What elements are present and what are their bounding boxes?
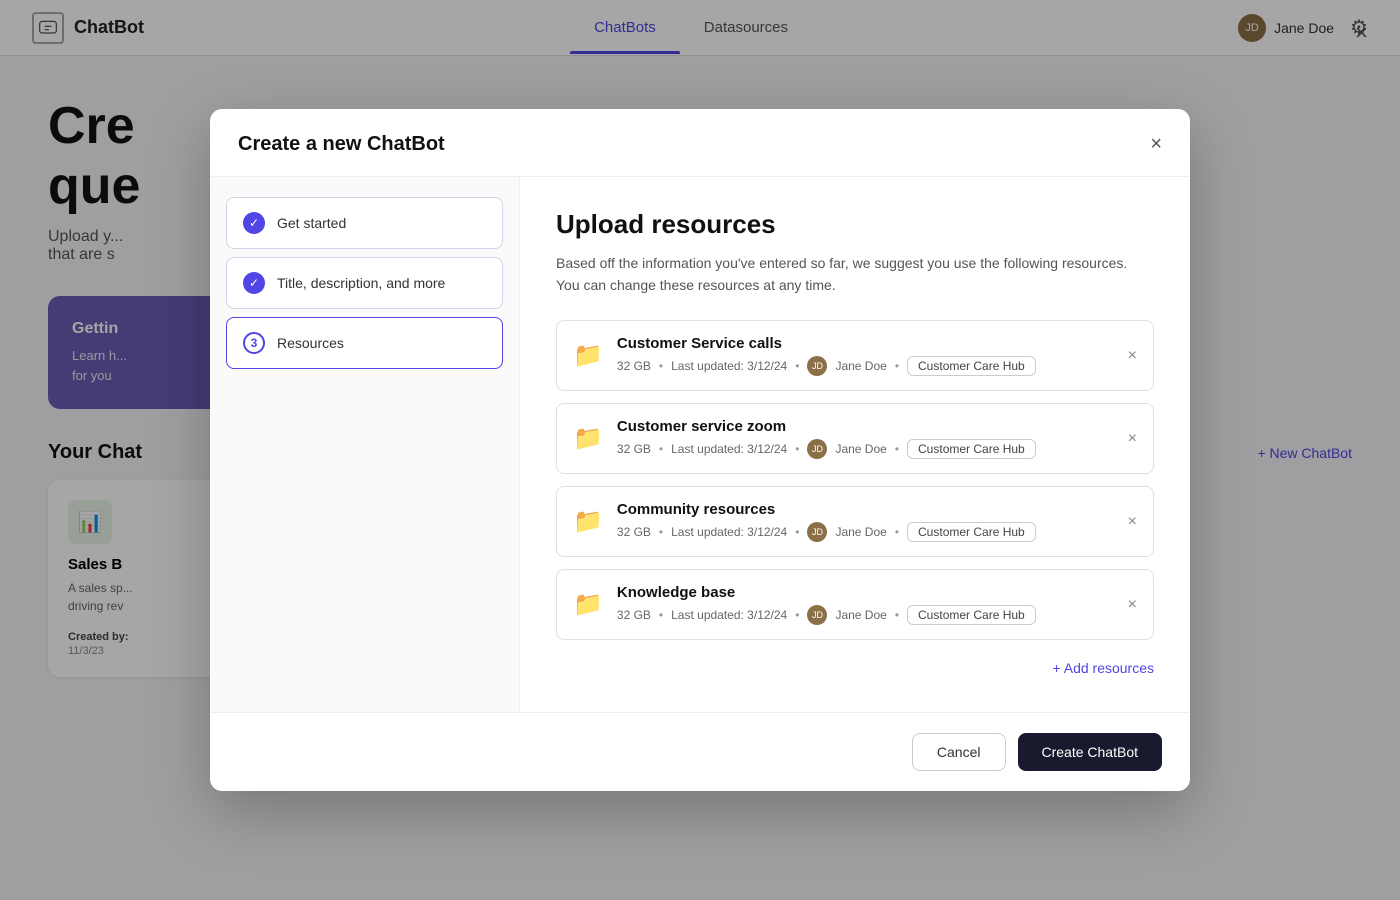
folder-icon: 📁 (573, 424, 603, 453)
resource-meta: 32 GB • Last updated: 3/12/24 • JD Jane … (617, 356, 1114, 376)
resource-meta: 32 GB • Last updated: 3/12/24 • JD Jane … (617, 605, 1114, 625)
panel-subtitle: Based off the information you've entered… (556, 252, 1154, 297)
panel-title: Upload resources (556, 209, 1154, 240)
resource-item: 📁 Knowledge base 32 GB • Last updated: 3… (556, 569, 1154, 640)
modal-footer: Cancel Create ChatBot (210, 712, 1190, 791)
modal-close-button[interactable]: × (1150, 133, 1162, 156)
resource-info: Customer service zoom 32 GB • Last updat… (617, 418, 1114, 459)
resource-info: Knowledge base 32 GB • Last updated: 3/1… (617, 584, 1114, 625)
main-panel: Upload resources Based off the informati… (520, 177, 1190, 713)
resource-meta: 32 GB • Last updated: 3/12/24 • JD Jane … (617, 522, 1114, 542)
remove-resource-button[interactable]: × (1128, 347, 1137, 365)
resource-updated: Last updated: 3/12/24 (671, 359, 787, 373)
remove-resource-button[interactable]: × (1128, 430, 1137, 448)
resources-list: 📁 Customer Service calls 32 GB • Last up… (556, 320, 1154, 640)
resource-size: 32 GB (617, 359, 651, 373)
overlay-close-button[interactable]: × (1355, 20, 1368, 46)
modal-body: ✓ Get started ✓ Title, description, and … (210, 177, 1190, 713)
step2-check-icon: ✓ (243, 272, 265, 294)
folder-icon: 📁 (573, 341, 603, 370)
folder-icon: 📁 (573, 590, 603, 619)
resource-tag: Customer Care Hub (907, 439, 1036, 459)
resource-tag: Customer Care Hub (907, 605, 1036, 625)
step3-label: Resources (277, 335, 344, 351)
dot: • (659, 359, 663, 373)
modal-title: Create a new ChatBot (238, 133, 445, 156)
step-resources[interactable]: 3 Resources (226, 317, 503, 369)
folder-icon: 📁 (573, 507, 603, 536)
resource-owner-avatar: JD (807, 522, 827, 542)
resource-name: Customer service zoom (617, 418, 1114, 435)
resource-info: Community resources 32 GB • Last updated… (617, 501, 1114, 542)
resource-name: Customer Service calls (617, 335, 1114, 352)
resource-info: Customer Service calls 32 GB • Last upda… (617, 335, 1114, 376)
remove-resource-button[interactable]: × (1128, 513, 1137, 531)
step1-label: Get started (277, 215, 346, 231)
resource-name: Knowledge base (617, 584, 1114, 601)
step-get-started[interactable]: ✓ Get started (226, 197, 503, 249)
add-resources-button[interactable]: + Add resources (1052, 656, 1154, 680)
resource-owner-avatar: JD (807, 356, 827, 376)
resource-item: 📁 Community resources 32 GB • Last updat… (556, 486, 1154, 557)
resource-owner: Jane Doe (835, 359, 886, 373)
resource-owner-avatar: JD (807, 439, 827, 459)
background-page: ChatBot ChatBots Datasources JD Jane Doe… (0, 0, 1400, 900)
resource-tag: Customer Care Hub (907, 356, 1036, 376)
resource-updated: Last updated: 3/12/24 (671, 525, 787, 539)
create-chatbot-button[interactable]: Create ChatBot (1018, 733, 1163, 771)
resource-meta: 32 GB • Last updated: 3/12/24 • JD Jane … (617, 439, 1114, 459)
resource-item: 📁 Customer service zoom 32 GB • Last upd… (556, 403, 1154, 474)
resource-updated: Last updated: 3/12/24 (671, 608, 787, 622)
resource-owner: Jane Doe (835, 442, 886, 456)
resource-updated: Last updated: 3/12/24 (671, 442, 787, 456)
cancel-button[interactable]: Cancel (912, 733, 1006, 771)
resource-size: 32 GB (617, 608, 651, 622)
resource-owner: Jane Doe (835, 608, 886, 622)
steps-sidebar: ✓ Get started ✓ Title, description, and … (210, 177, 520, 713)
resource-item: 📁 Customer Service calls 32 GB • Last up… (556, 320, 1154, 391)
resource-tag: Customer Care Hub (907, 522, 1036, 542)
resource-size: 32 GB (617, 525, 651, 539)
remove-resource-button[interactable]: × (1128, 596, 1137, 614)
modal-header: Create a new ChatBot × (210, 109, 1190, 177)
resource-owner: Jane Doe (835, 525, 886, 539)
modal: Create a new ChatBot × ✓ Get started ✓ T… (210, 109, 1190, 792)
resource-size: 32 GB (617, 442, 651, 456)
step3-number-icon: 3 (243, 332, 265, 354)
step2-label: Title, description, and more (277, 275, 445, 291)
resource-owner-avatar: JD (807, 605, 827, 625)
step-title-description[interactable]: ✓ Title, description, and more (226, 257, 503, 309)
resource-name: Community resources (617, 501, 1114, 518)
modal-overlay: × Create a new ChatBot × ✓ Get started (0, 0, 1400, 900)
step1-check-icon: ✓ (243, 212, 265, 234)
